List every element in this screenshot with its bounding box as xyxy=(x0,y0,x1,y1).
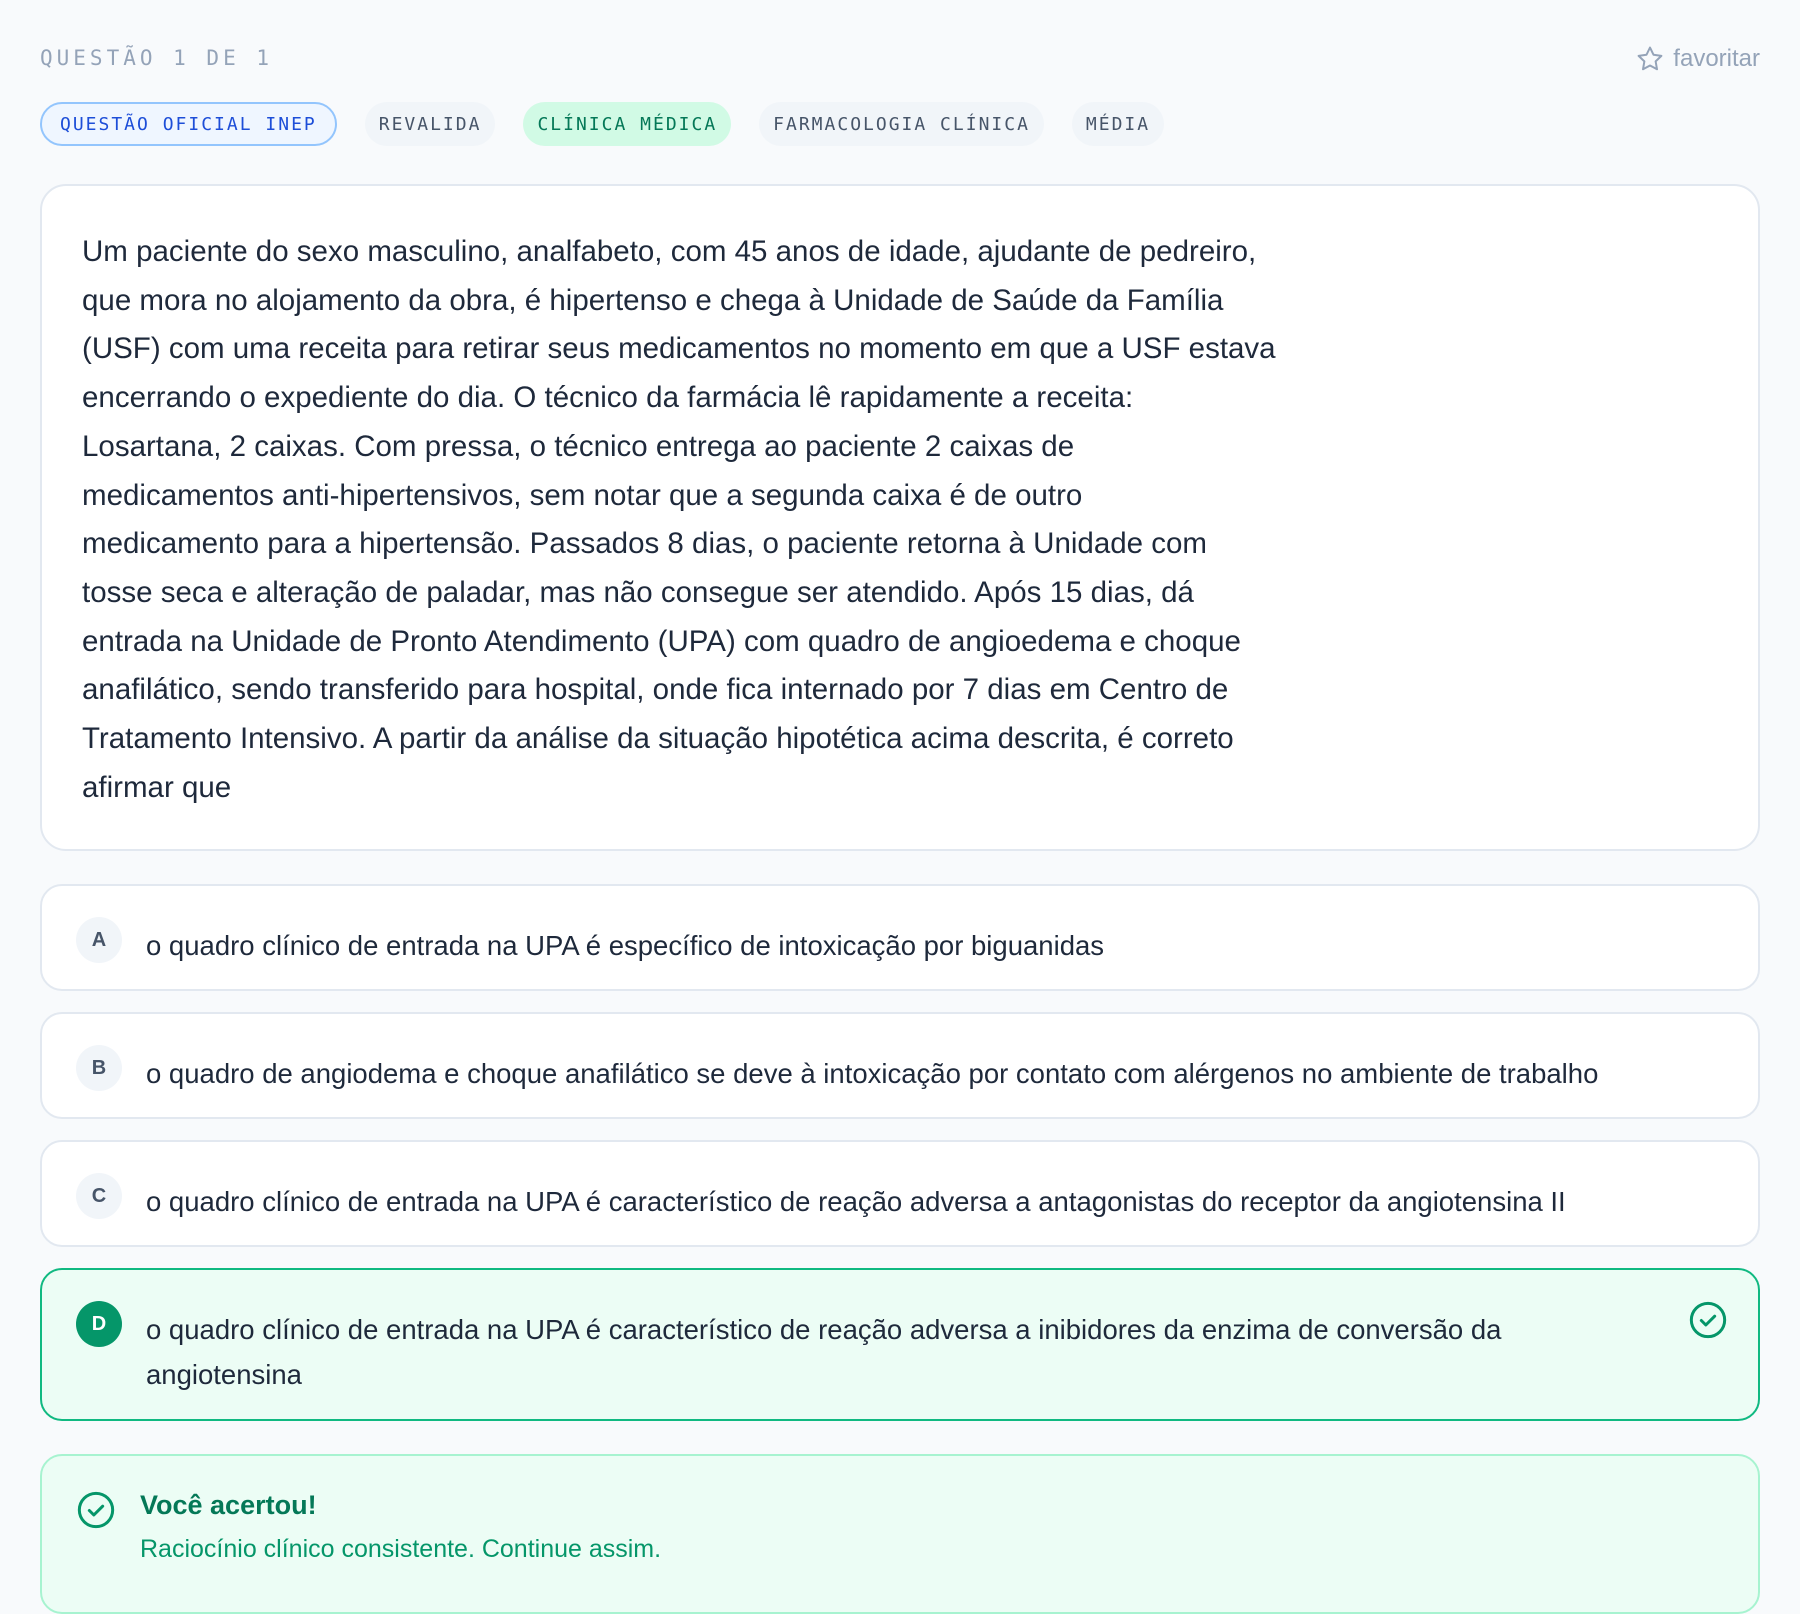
tag-revalida: REVALIDA xyxy=(364,102,496,146)
question-line: afirmar que xyxy=(82,770,232,804)
check-circle-icon xyxy=(1689,1301,1727,1339)
feedback-message: Raciocínio clínico consistente. Continue… xyxy=(140,1535,662,1563)
tag-official-inep: QUESTÃO OFICIAL INEP xyxy=(40,102,337,146)
option-letter: C xyxy=(76,1173,122,1219)
question-line: medicamentos anti-hipertensivos, sem not… xyxy=(82,478,1083,512)
question-line: Tratamento Intensivo. A partir da anális… xyxy=(82,722,1234,756)
tag-difficulty: MÉDIA xyxy=(1071,102,1165,146)
option-letter: A xyxy=(76,917,122,963)
question-card: Um paciente do sexo masculino, analfabet… xyxy=(40,184,1760,851)
option-d[interactable]: D o quadro clínico de entrada na UPA é c… xyxy=(40,1268,1760,1421)
check-circle-icon xyxy=(77,1491,115,1529)
question-line: medicamento para a hipertensão. Passados… xyxy=(82,527,1207,561)
question-line: que mora no alojamento da obra, é hipert… xyxy=(82,283,1224,317)
question-line: Um paciente do sexo masculino, analfabet… xyxy=(82,235,1257,268)
feedback-banner: Você acertou! Raciocínio clínico consist… xyxy=(40,1454,1760,1614)
favorite-label: favoritar xyxy=(1673,45,1760,72)
option-letter: B xyxy=(76,1045,122,1091)
question-line: tosse seca e alteração de paladar, mas n… xyxy=(82,575,1194,609)
favorite-button[interactable]: favoritar xyxy=(1635,44,1760,74)
option-letter: D xyxy=(76,1301,122,1347)
question-line: entrada na Unidade de Pronto Atendimento… xyxy=(82,624,1241,658)
tag-clinica-medica: CLÍNICA MÉDICA xyxy=(523,102,732,146)
question-line: Losartana, 2 caixas. Com pressa, o técni… xyxy=(82,429,1075,463)
question-line: anafilático, sendo transferido para hosp… xyxy=(82,673,1229,707)
option-text: o quadro clínico de entrada na UPA é esp… xyxy=(146,930,1105,961)
question-counter: QUESTÃO 1 DE 1 xyxy=(40,46,274,70)
tag-list: QUESTÃO OFICIAL INEP REVALIDA CLÍNICA MÉ… xyxy=(40,102,1165,146)
question-statement: Um paciente do sexo masculino, analfabet… xyxy=(82,228,1382,812)
option-a[interactable]: A o quadro clínico de entrada na UPA é e… xyxy=(40,884,1760,991)
feedback-title: Você acertou! xyxy=(140,1490,317,1520)
option-text: o quadro clínico de entrada na UPA é car… xyxy=(146,1314,1502,1390)
star-outline-icon xyxy=(1637,46,1663,71)
option-text: o quadro de angiodema e choque anafiláti… xyxy=(146,1058,1599,1089)
option-text: o quadro clínico de entrada na UPA é car… xyxy=(146,1186,1566,1217)
option-b[interactable]: B o quadro de angiodema e choque anafilá… xyxy=(40,1012,1760,1119)
question-line: (USF) com uma receita para retirar seus … xyxy=(82,332,1276,366)
question-line: encerrando o expediente do dia. O técnic… xyxy=(82,381,1134,415)
tag-farmacologia-clinica: FARMACOLOGIA CLÍNICA xyxy=(759,102,1044,146)
option-c[interactable]: C o quadro clínico de entrada na UPA é c… xyxy=(40,1140,1760,1247)
